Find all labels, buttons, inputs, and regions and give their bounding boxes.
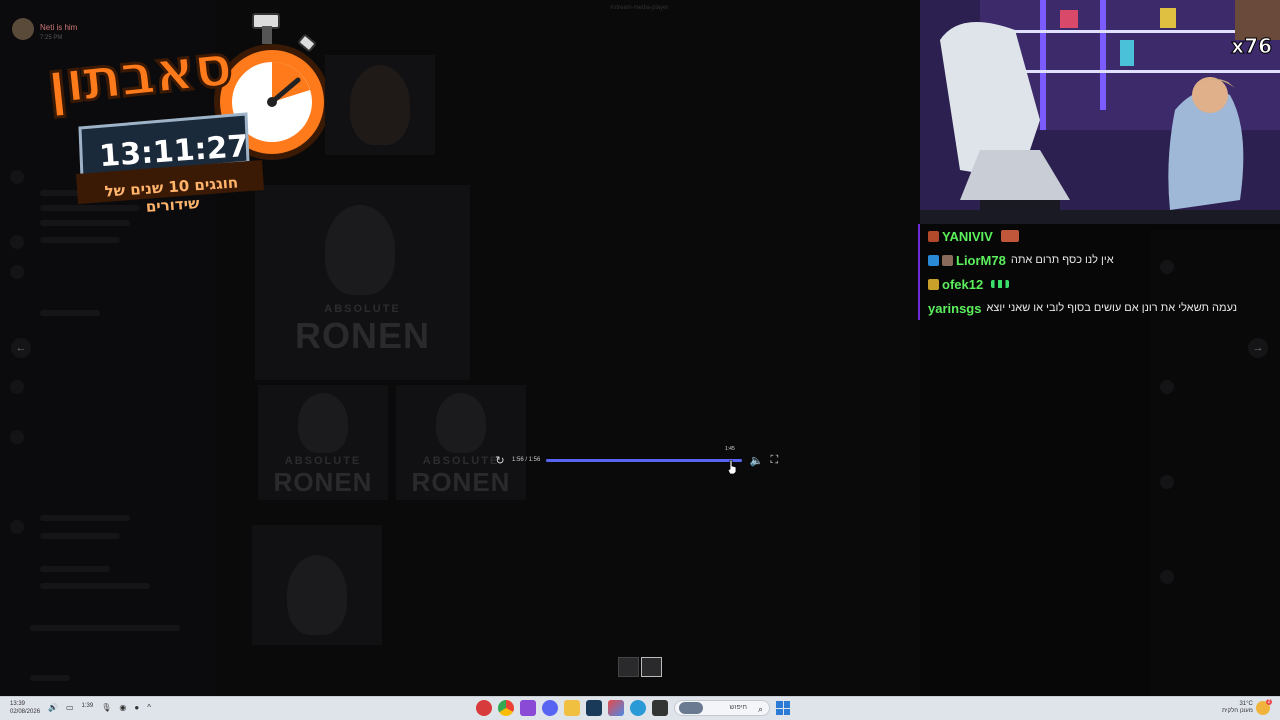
member-avatar (1160, 570, 1174, 584)
poster-photo (252, 525, 382, 645)
fullscreen-icon[interactable]: ⛶ (766, 454, 782, 467)
poster-face (436, 393, 486, 453)
channel-row (40, 310, 100, 316)
poster-face (287, 555, 347, 635)
taskbar-clock[interactable]: 13:39 02/08/2026 (10, 700, 40, 716)
app-icon-grid[interactable] (608, 700, 624, 716)
video-player-controls: ↻ 1:56 / 1:56 🔈 ⛶ (492, 450, 784, 470)
taskbar-apps: חיפוש ⌕ (476, 700, 790, 716)
subathon-overlay: סאבתון 13:11:27 חוגגים 10 שנים של שידורי… (10, 10, 330, 216)
cube-badge-icon (928, 254, 939, 266)
steam-icon[interactable] (586, 700, 602, 716)
channel-row (40, 533, 120, 539)
poster-face (298, 393, 348, 453)
stream-chat: YANIVIV LiorM78 אין לנו כסף תרום אתה ofe… (918, 224, 1280, 320)
chat-message: LiorM78 אין לנו כסף תרום אתה (918, 248, 1280, 272)
next-media-button[interactable]: → (1248, 338, 1268, 358)
sub-badge-icon (928, 230, 939, 242)
chrome-icon[interactable] (498, 700, 514, 716)
search-placeholder: חיפוש (729, 704, 747, 711)
equalizer-emote-icon (991, 280, 1010, 288)
search-icon: ⌕ (757, 704, 763, 714)
terminal-icon[interactable] (652, 700, 668, 716)
twitch-icon[interactable] (520, 700, 536, 716)
hand-cursor-icon (727, 460, 737, 474)
chevron-up-icon[interactable]: ^ (147, 703, 151, 712)
windows-taskbar: 13:39 02/08/2026 🔊 ▭ 1:39 🎙 ◉ ● ^ חיפוש (0, 696, 1280, 720)
webcam-feed: x76 (920, 0, 1280, 224)
chat-message: ofek12 (918, 272, 1280, 296)
discord-icon[interactable] (542, 700, 558, 716)
poster-large: ABSOLUTE RONEN (255, 185, 470, 380)
display-icon[interactable]: ▭ (66, 703, 74, 712)
channel-row (40, 515, 130, 521)
thumbnail[interactable] (618, 657, 639, 677)
file-explorer-icon[interactable] (564, 700, 580, 716)
server-icon (10, 430, 24, 444)
poster-top (325, 55, 435, 155)
channel-row (40, 220, 130, 226)
poster-small-left: ABSOLUTE RONEN (258, 385, 388, 500)
chat-username[interactable]: yarinsgs (928, 301, 981, 316)
windows-start-icon[interactable] (776, 701, 790, 715)
weather-desc: מעונן חלקית (1222, 708, 1253, 714)
chat-username[interactable]: LiorM78 (956, 253, 1006, 268)
media-thumbnail-strip (618, 657, 662, 677)
record-icon[interactable]: ● (134, 703, 139, 712)
channel-caption: #stream-media-player (610, 5, 669, 11)
edge-icon[interactable] (630, 700, 646, 716)
poster-brand: ABSOLUTE RONEN (294, 303, 430, 356)
clock-time: 13:39 (10, 701, 26, 707)
member-avatar (1160, 475, 1174, 489)
weather-widget[interactable]: 31°C מעונן חלקית (1222, 701, 1253, 715)
member-avatar (1160, 380, 1174, 394)
sub-badge-icon (942, 254, 953, 266)
seek-bar[interactable] (546, 458, 743, 462)
volume-icon[interactable]: 🔈 (748, 454, 764, 467)
seek-bar-fill (546, 458, 743, 462)
previous-media-button[interactable]: ← (11, 338, 31, 358)
channel-row (40, 237, 120, 243)
poster-brand: ABSOLUTE RONEN (273, 455, 373, 497)
poster-small-right: ABSOLUTE RONEN (396, 385, 526, 500)
tray-volume-label: 1:39 (81, 703, 94, 709)
taskbar-search[interactable]: חיפוש ⌕ (674, 700, 770, 716)
chat-text: נעמה תשאלי את רונן אם עושים בסוף לובי או… (986, 302, 1238, 314)
network-icon[interactable]: ◉ (119, 703, 126, 712)
notification-badge: 2 (1266, 699, 1272, 705)
server-icon (10, 520, 24, 534)
poster-face (350, 65, 410, 145)
chat-username[interactable]: ofek12 (942, 277, 983, 292)
channel-row (40, 566, 110, 572)
thumbnail-active[interactable] (641, 657, 662, 677)
sub-badge-icon (928, 278, 939, 290)
screen: ABSOLUTE RONEN ABSOLUTE RONEN ABSOLUTE RONE… (0, 0, 1280, 720)
search-highlight-image (679, 702, 703, 714)
channel-row (40, 583, 150, 589)
chat-message: yarinsgs נעמה תשאלי את רונן אם עושים בסו… (918, 296, 1280, 320)
server-icon (10, 380, 24, 394)
webcam-scene (920, 0, 1280, 224)
server-icon (10, 235, 24, 249)
clock-date: 02/08/2026 (10, 709, 41, 715)
mic-icon[interactable]: 🎙 (101, 703, 111, 712)
speaker-icon[interactable]: 🔊 (48, 703, 58, 712)
user-panel-row (30, 625, 180, 631)
server-icon (10, 265, 24, 279)
playback-time: 1:56 / 1:56 (512, 457, 541, 463)
chat-username[interactable]: YANIVIV (942, 229, 993, 244)
user-panel-row (30, 675, 70, 681)
app-icon-red[interactable] (476, 700, 492, 716)
emote-icon (1000, 230, 1019, 242)
weather-temp: 31°C (1239, 701, 1253, 707)
chat-message: YANIVIV (918, 224, 1280, 248)
system-tray: 🔊 ▭ 1:39 🎙 ◉ ● ^ (48, 703, 151, 712)
chat-text: אין לנו כסף תרום אתה (1010, 254, 1114, 266)
sub-multiplier-badge: x76 (1231, 34, 1273, 59)
replay-icon[interactable]: ↻ (492, 454, 508, 467)
poster-face (325, 205, 395, 295)
